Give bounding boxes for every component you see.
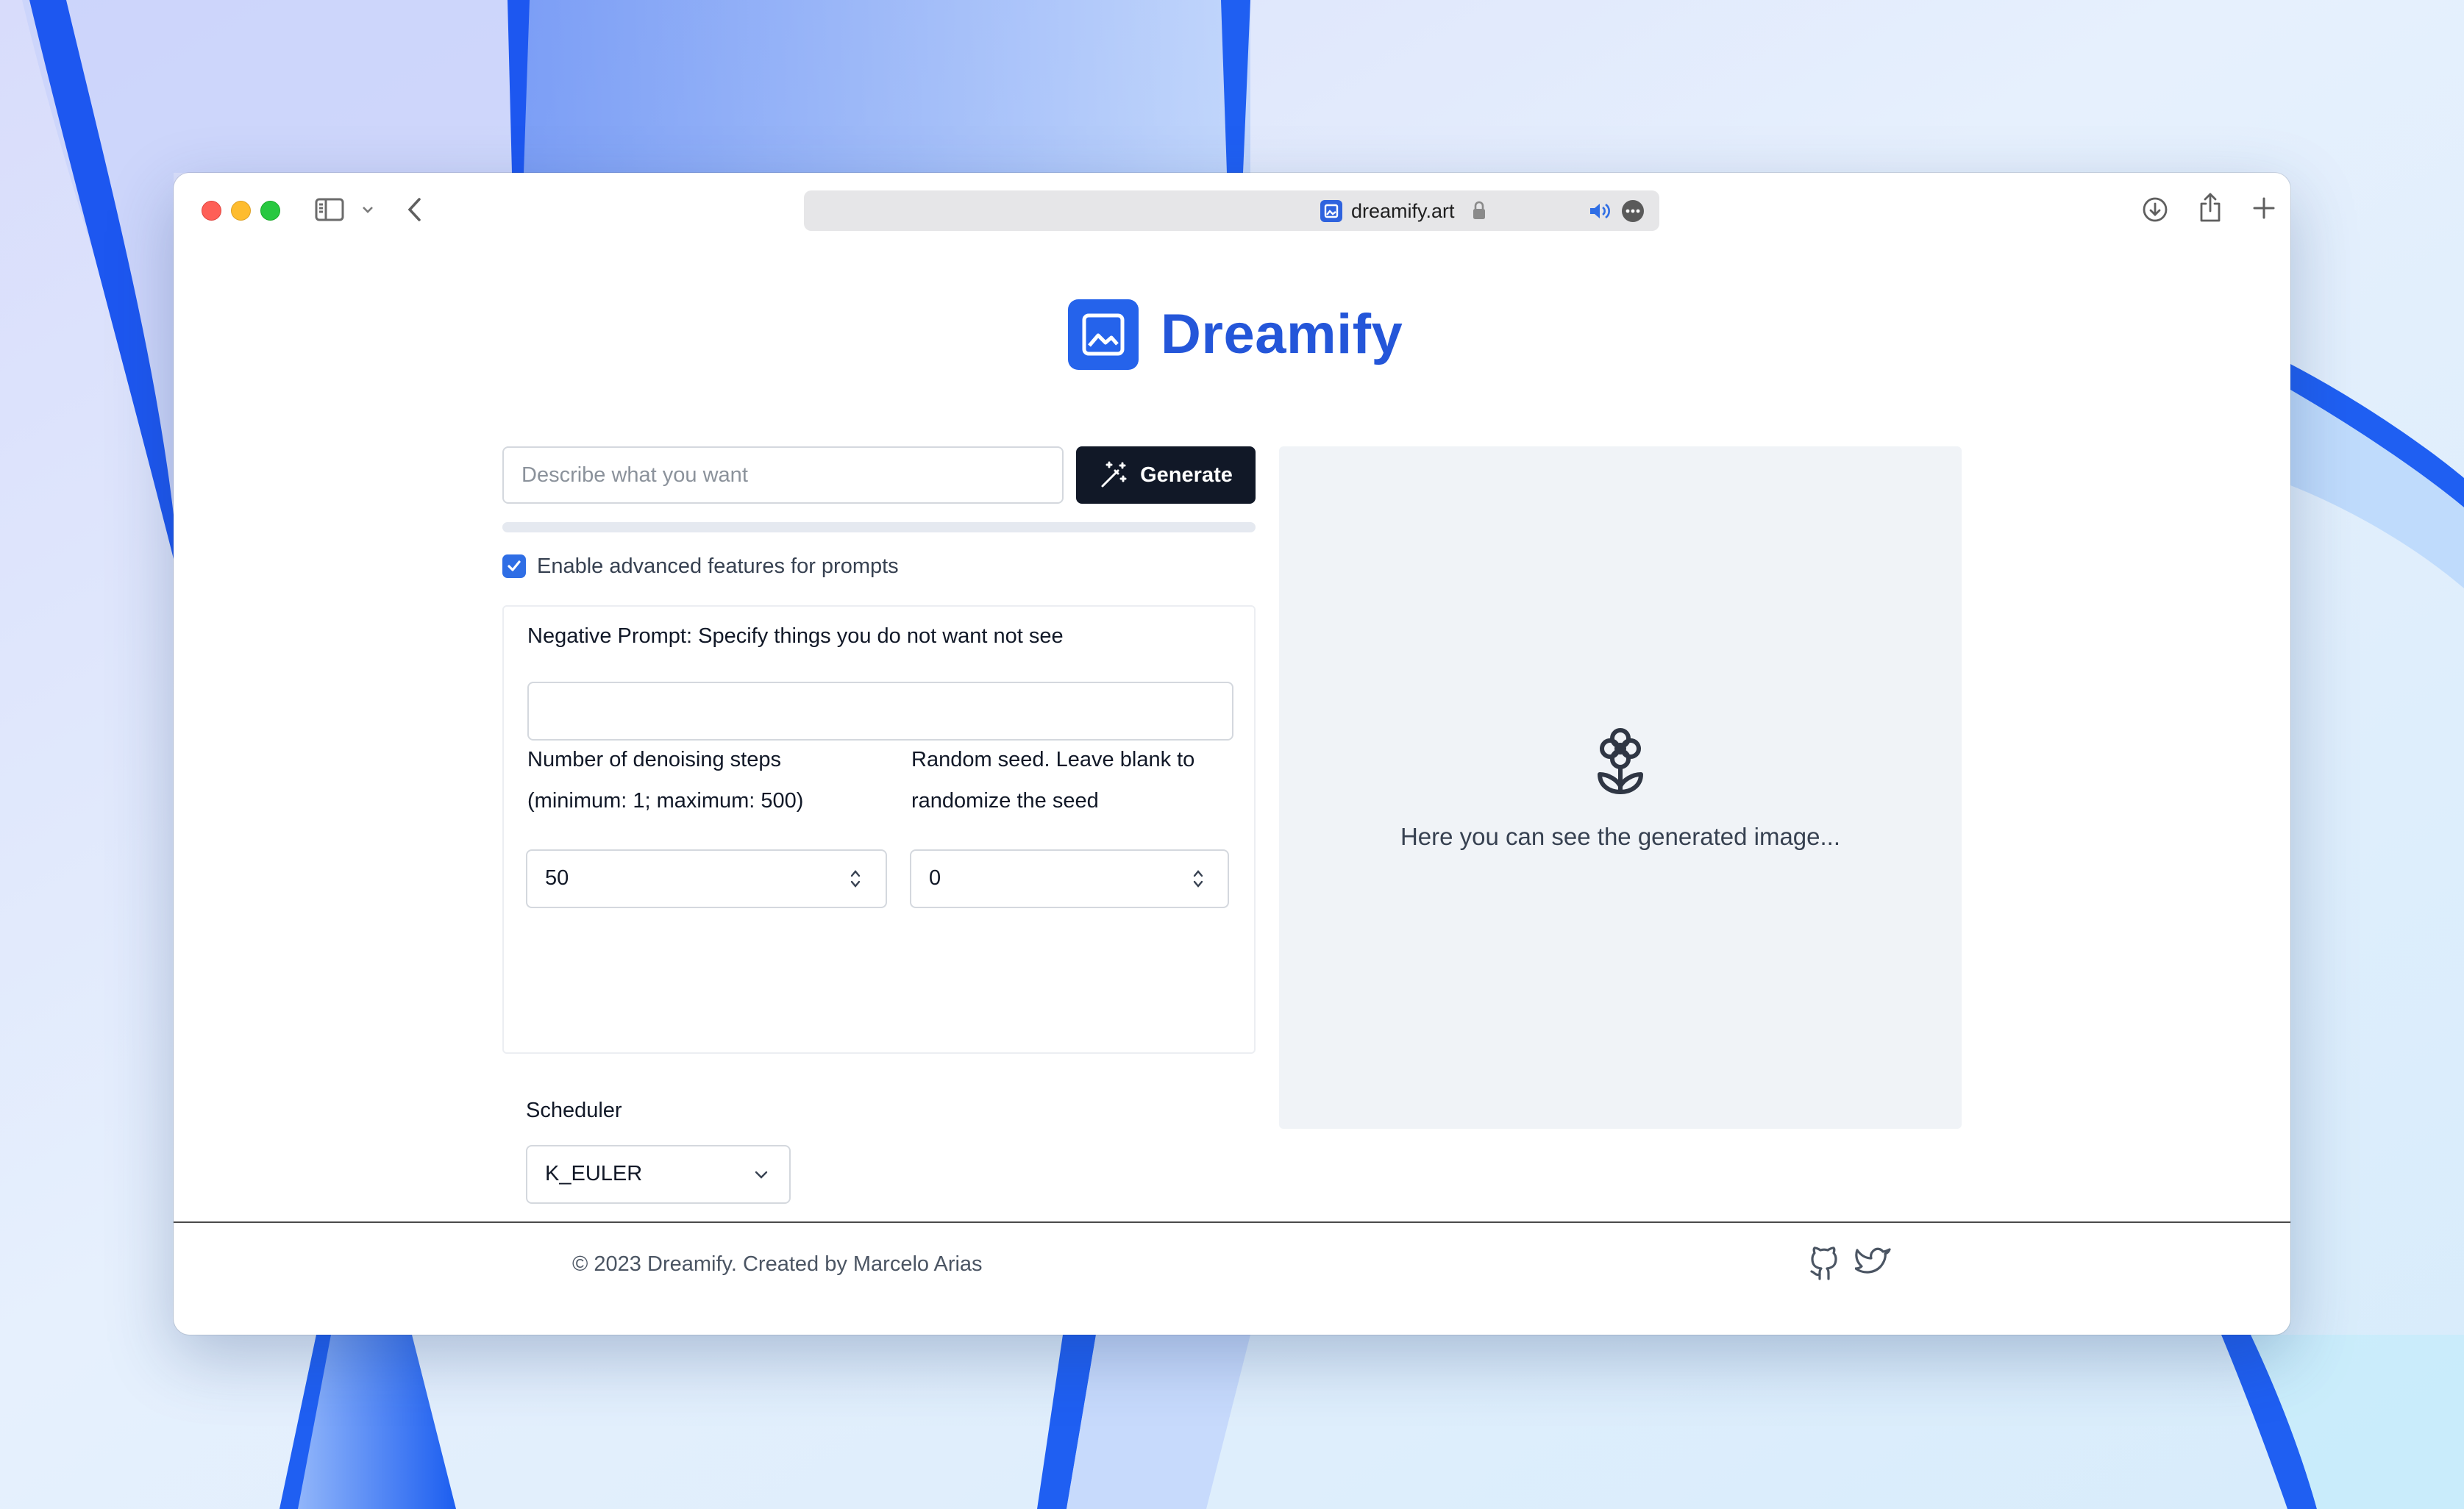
site-favicon	[1320, 200, 1342, 222]
speaker-icon[interactable]	[1588, 201, 1612, 221]
footer-divider	[174, 1221, 2290, 1223]
advanced-features-label: Enable advanced features for prompts	[537, 554, 899, 578]
minimize-window-button[interactable]	[231, 201, 251, 221]
seed-label-line2: randomize the seed	[911, 789, 1099, 813]
browser-window: dreamify.art Dreamify Describe what you …	[174, 173, 2290, 1335]
seed-value: 0	[929, 866, 941, 890]
brand-name: Dreamify	[1161, 303, 1403, 365]
spinner-icon[interactable]	[1191, 866, 1206, 896]
seed-label-line1: Random seed. Leave blank to	[911, 748, 1195, 771]
steps-value: 50	[545, 866, 569, 890]
download-icon[interactable]	[2142, 196, 2168, 223]
generate-label: Generate	[1140, 463, 1233, 487]
negative-prompt-label: Negative Prompt: Specify things you do n…	[527, 624, 1064, 648]
flower-icon	[1594, 726, 1647, 800]
lock-icon	[1472, 200, 1486, 221]
zoom-window-button[interactable]	[260, 201, 280, 221]
browser-toolbar: dreamify.art	[174, 173, 2290, 246]
scheduler-label: Scheduler	[526, 1099, 622, 1122]
chevron-left-icon[interactable]	[406, 196, 422, 223]
chevron-down-icon[interactable]	[362, 205, 374, 214]
generate-button[interactable]: Generate	[1076, 446, 1256, 504]
url-text: dreamify.art	[1351, 200, 1455, 222]
github-icon[interactable]	[1808, 1246, 1840, 1285]
image-icon	[1068, 299, 1139, 370]
image-preview-panel: Here you can see the generated image...	[1279, 446, 1962, 1129]
ellipsis-icon[interactable]	[1621, 199, 1645, 223]
scheduler-select[interactable]: K_EULER	[526, 1145, 791, 1204]
advanced-options-panel: Negative Prompt: Specify things you do n…	[502, 605, 1256, 1054]
steps-label-line1: Number of denoising steps	[527, 748, 781, 771]
address-bar[interactable]: dreamify.art	[804, 190, 1659, 231]
close-window-button[interactable]	[202, 201, 221, 221]
steps-input[interactable]: 50	[526, 849, 887, 908]
chevron-down-icon	[752, 1166, 770, 1187]
twitter-icon[interactable]	[1854, 1246, 1892, 1283]
share-icon[interactable]	[2198, 192, 2223, 223]
spinner-icon[interactable]	[848, 866, 863, 896]
footer-copyright: © 2023 Dreamify. Created by Marcelo Aria…	[572, 1252, 983, 1276]
negative-prompt-input[interactable]	[527, 682, 1233, 741]
progress-bar	[502, 522, 1256, 532]
plus-icon[interactable]	[2252, 196, 2276, 220]
preview-placeholder-text: Here you can see the generated image...	[1400, 823, 1841, 850]
scheduler-value: K_EULER	[545, 1162, 643, 1185]
sidebar-icon[interactable]	[315, 198, 344, 221]
prompt-input[interactable]	[502, 446, 1064, 504]
steps-label-line2: (minimum: 1; maximum: 500)	[527, 789, 804, 813]
magic-wand-icon	[1099, 460, 1128, 490]
advanced-features-checkbox[interactable]	[502, 554, 526, 578]
seed-input[interactable]: 0	[910, 849, 1229, 908]
brand-header: Dreamify	[1068, 299, 1403, 370]
